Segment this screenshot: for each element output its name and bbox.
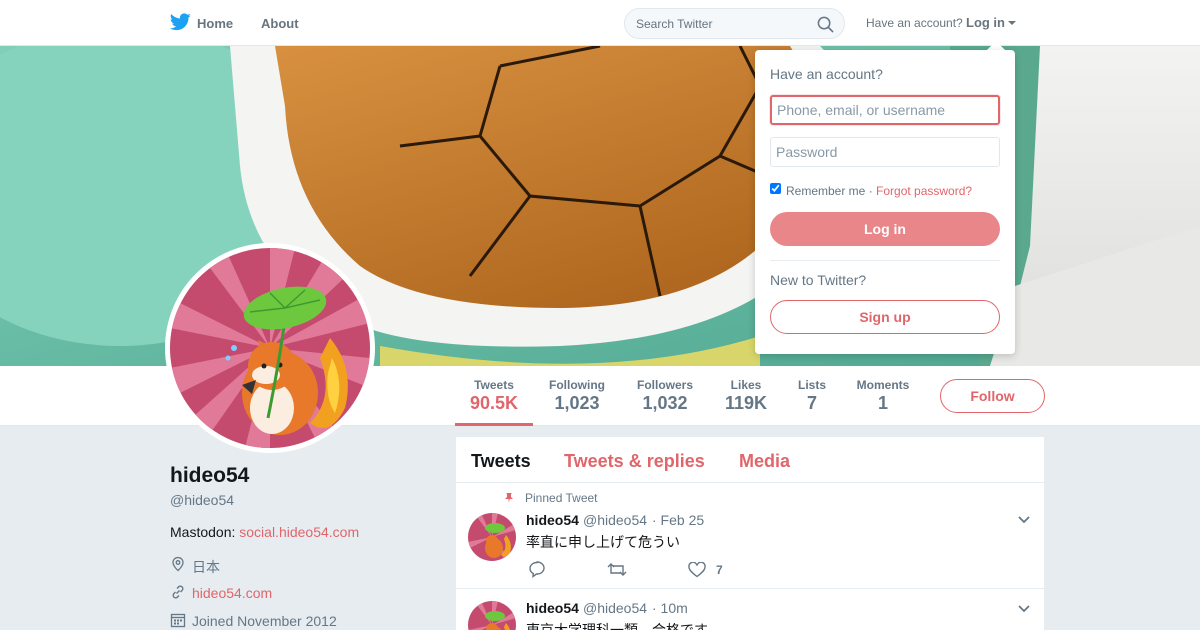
heart-icon[interactable] <box>688 562 706 578</box>
new-to-twitter-text: New to Twitter? <box>770 272 867 288</box>
chevron-down-icon[interactable] <box>1017 604 1031 614</box>
search-input[interactable] <box>636 15 806 33</box>
tweet-item[interactable]: hideo54 @hideo54 · 10m 東京大学理科一類、合格です <box>456 589 1044 630</box>
profile-handle[interactable]: @hideo54 <box>170 492 234 508</box>
caret-down-icon[interactable] <box>1008 21 1016 25</box>
login-dropdown-toggle[interactable]: Log in <box>966 15 1005 30</box>
retweet-icon[interactable] <box>607 562 627 577</box>
tweet-timestamp[interactable]: · 10m <box>652 600 688 616</box>
bio-link[interactable]: social.hideo54.com <box>239 524 359 540</box>
stat-label: Likes <box>730 378 762 392</box>
like-count: 7 <box>716 563 723 577</box>
signup-button[interactable]: Sign up <box>770 300 1000 334</box>
tweet-author-name[interactable]: hideo54 <box>526 600 579 616</box>
dropdown-arrow <box>987 41 1005 50</box>
stat-value: 7 <box>806 393 817 413</box>
link-icon <box>172 585 184 599</box>
tweet-avatar[interactable] <box>468 601 516 630</box>
have-account-text: Have an account? <box>866 16 963 30</box>
tweet-author-handle[interactable]: @hideo54 <box>583 512 647 528</box>
stat-moments[interactable]: Moments 1 <box>854 378 912 414</box>
calendar-icon <box>170 613 186 628</box>
stat-following[interactable]: Following 1,023 <box>546 378 608 414</box>
tweet-author-handle[interactable]: @hideo54 <box>583 600 647 616</box>
tab-tweets[interactable]: Tweets <box>471 451 531 472</box>
bio-prefix: Mastodon: <box>170 524 240 540</box>
profile-avatar[interactable] <box>165 243 375 453</box>
chevron-down-icon[interactable] <box>1017 515 1031 525</box>
fox-mascot-avatar-image <box>170 248 370 448</box>
tweet-timestamp[interactable]: · Feb 25 <box>652 512 704 528</box>
stat-followers[interactable]: Followers 1,032 <box>634 378 696 414</box>
search-icon[interactable] <box>817 16 834 33</box>
pin-icon <box>505 493 513 503</box>
dropdown-title: Have an account? <box>770 66 883 82</box>
profile-name: hideo54 <box>170 464 250 487</box>
pinned-label: Pinned Tweet <box>525 491 598 505</box>
divider <box>770 260 1000 261</box>
profile-bio: Mastodon: social.hideo54.com <box>170 524 359 540</box>
timeline-tabs: Tweets Tweets & replies Media <box>456 437 1044 483</box>
nav-home-link[interactable]: Home <box>197 16 233 31</box>
remember-me-label[interactable]: Remember me <box>786 184 865 198</box>
stat-label: Lists <box>797 378 826 392</box>
stat-value: 1 <box>877 393 888 413</box>
nav-about-link[interactable]: About <box>261 16 299 31</box>
login-button[interactable]: Log in <box>770 212 1000 246</box>
stat-label: Following <box>549 378 605 392</box>
password-input[interactable] <box>770 137 1000 167</box>
tweet-item[interactable]: Pinned Tweet hideo54 @hideo54 · Feb 25 率… <box>456 483 1044 589</box>
tab-tweets-and-replies[interactable]: Tweets & replies <box>564 451 705 472</box>
reply-icon[interactable] <box>528 561 546 578</box>
follow-button[interactable]: Follow <box>940 379 1045 413</box>
search-box <box>624 8 845 39</box>
location-text: 日本 <box>192 559 220 575</box>
active-tab-indicator <box>455 423 533 426</box>
timeline-panel: Tweets Tweets & replies Media Pinned Twe… <box>456 437 1044 630</box>
tweet-avatar[interactable] <box>468 513 516 561</box>
top-navigation-bar: Home About Have an account? Log in <box>0 0 1200 46</box>
location-pin-icon <box>172 556 184 572</box>
stat-label: Tweets <box>474 378 514 392</box>
stat-value: 1,023 <box>554 393 600 413</box>
fox-mascot-avatar-image <box>468 601 516 630</box>
tweet-text: 東京大学理科一類、合格です <box>526 622 708 630</box>
tweet-text: 率直に申し上げて危うい <box>526 534 680 550</box>
stat-value: 90.5K <box>469 393 519 413</box>
stat-lists[interactable]: Lists 7 <box>795 378 829 414</box>
login-dropdown: Have an account? Remember me · Forgot pa… <box>755 50 1015 354</box>
joined-text: Joined November 2012 <box>192 613 337 629</box>
forgot-password-link[interactable]: Forgot password? <box>876 184 972 198</box>
stat-label: Followers <box>636 378 693 392</box>
fox-mascot-avatar-image <box>468 513 516 561</box>
tweet-author-name[interactable]: hideo54 <box>526 512 579 528</box>
website-link[interactable]: hideo54.com <box>192 585 272 601</box>
stat-value: 119K <box>724 393 768 413</box>
twitter-bird-icon[interactable] <box>170 13 191 31</box>
tab-media[interactable]: Media <box>739 451 790 472</box>
username-input[interactable] <box>770 95 1000 125</box>
remember-me-checkbox[interactable] <box>770 183 781 194</box>
stat-likes[interactable]: Likes 119K <box>722 378 770 414</box>
stat-value: 1,032 <box>642 393 688 413</box>
stat-tweets[interactable]: Tweets 90.5K <box>467 378 521 414</box>
separator-dot: · <box>865 184 877 198</box>
stat-label: Moments <box>856 378 910 392</box>
